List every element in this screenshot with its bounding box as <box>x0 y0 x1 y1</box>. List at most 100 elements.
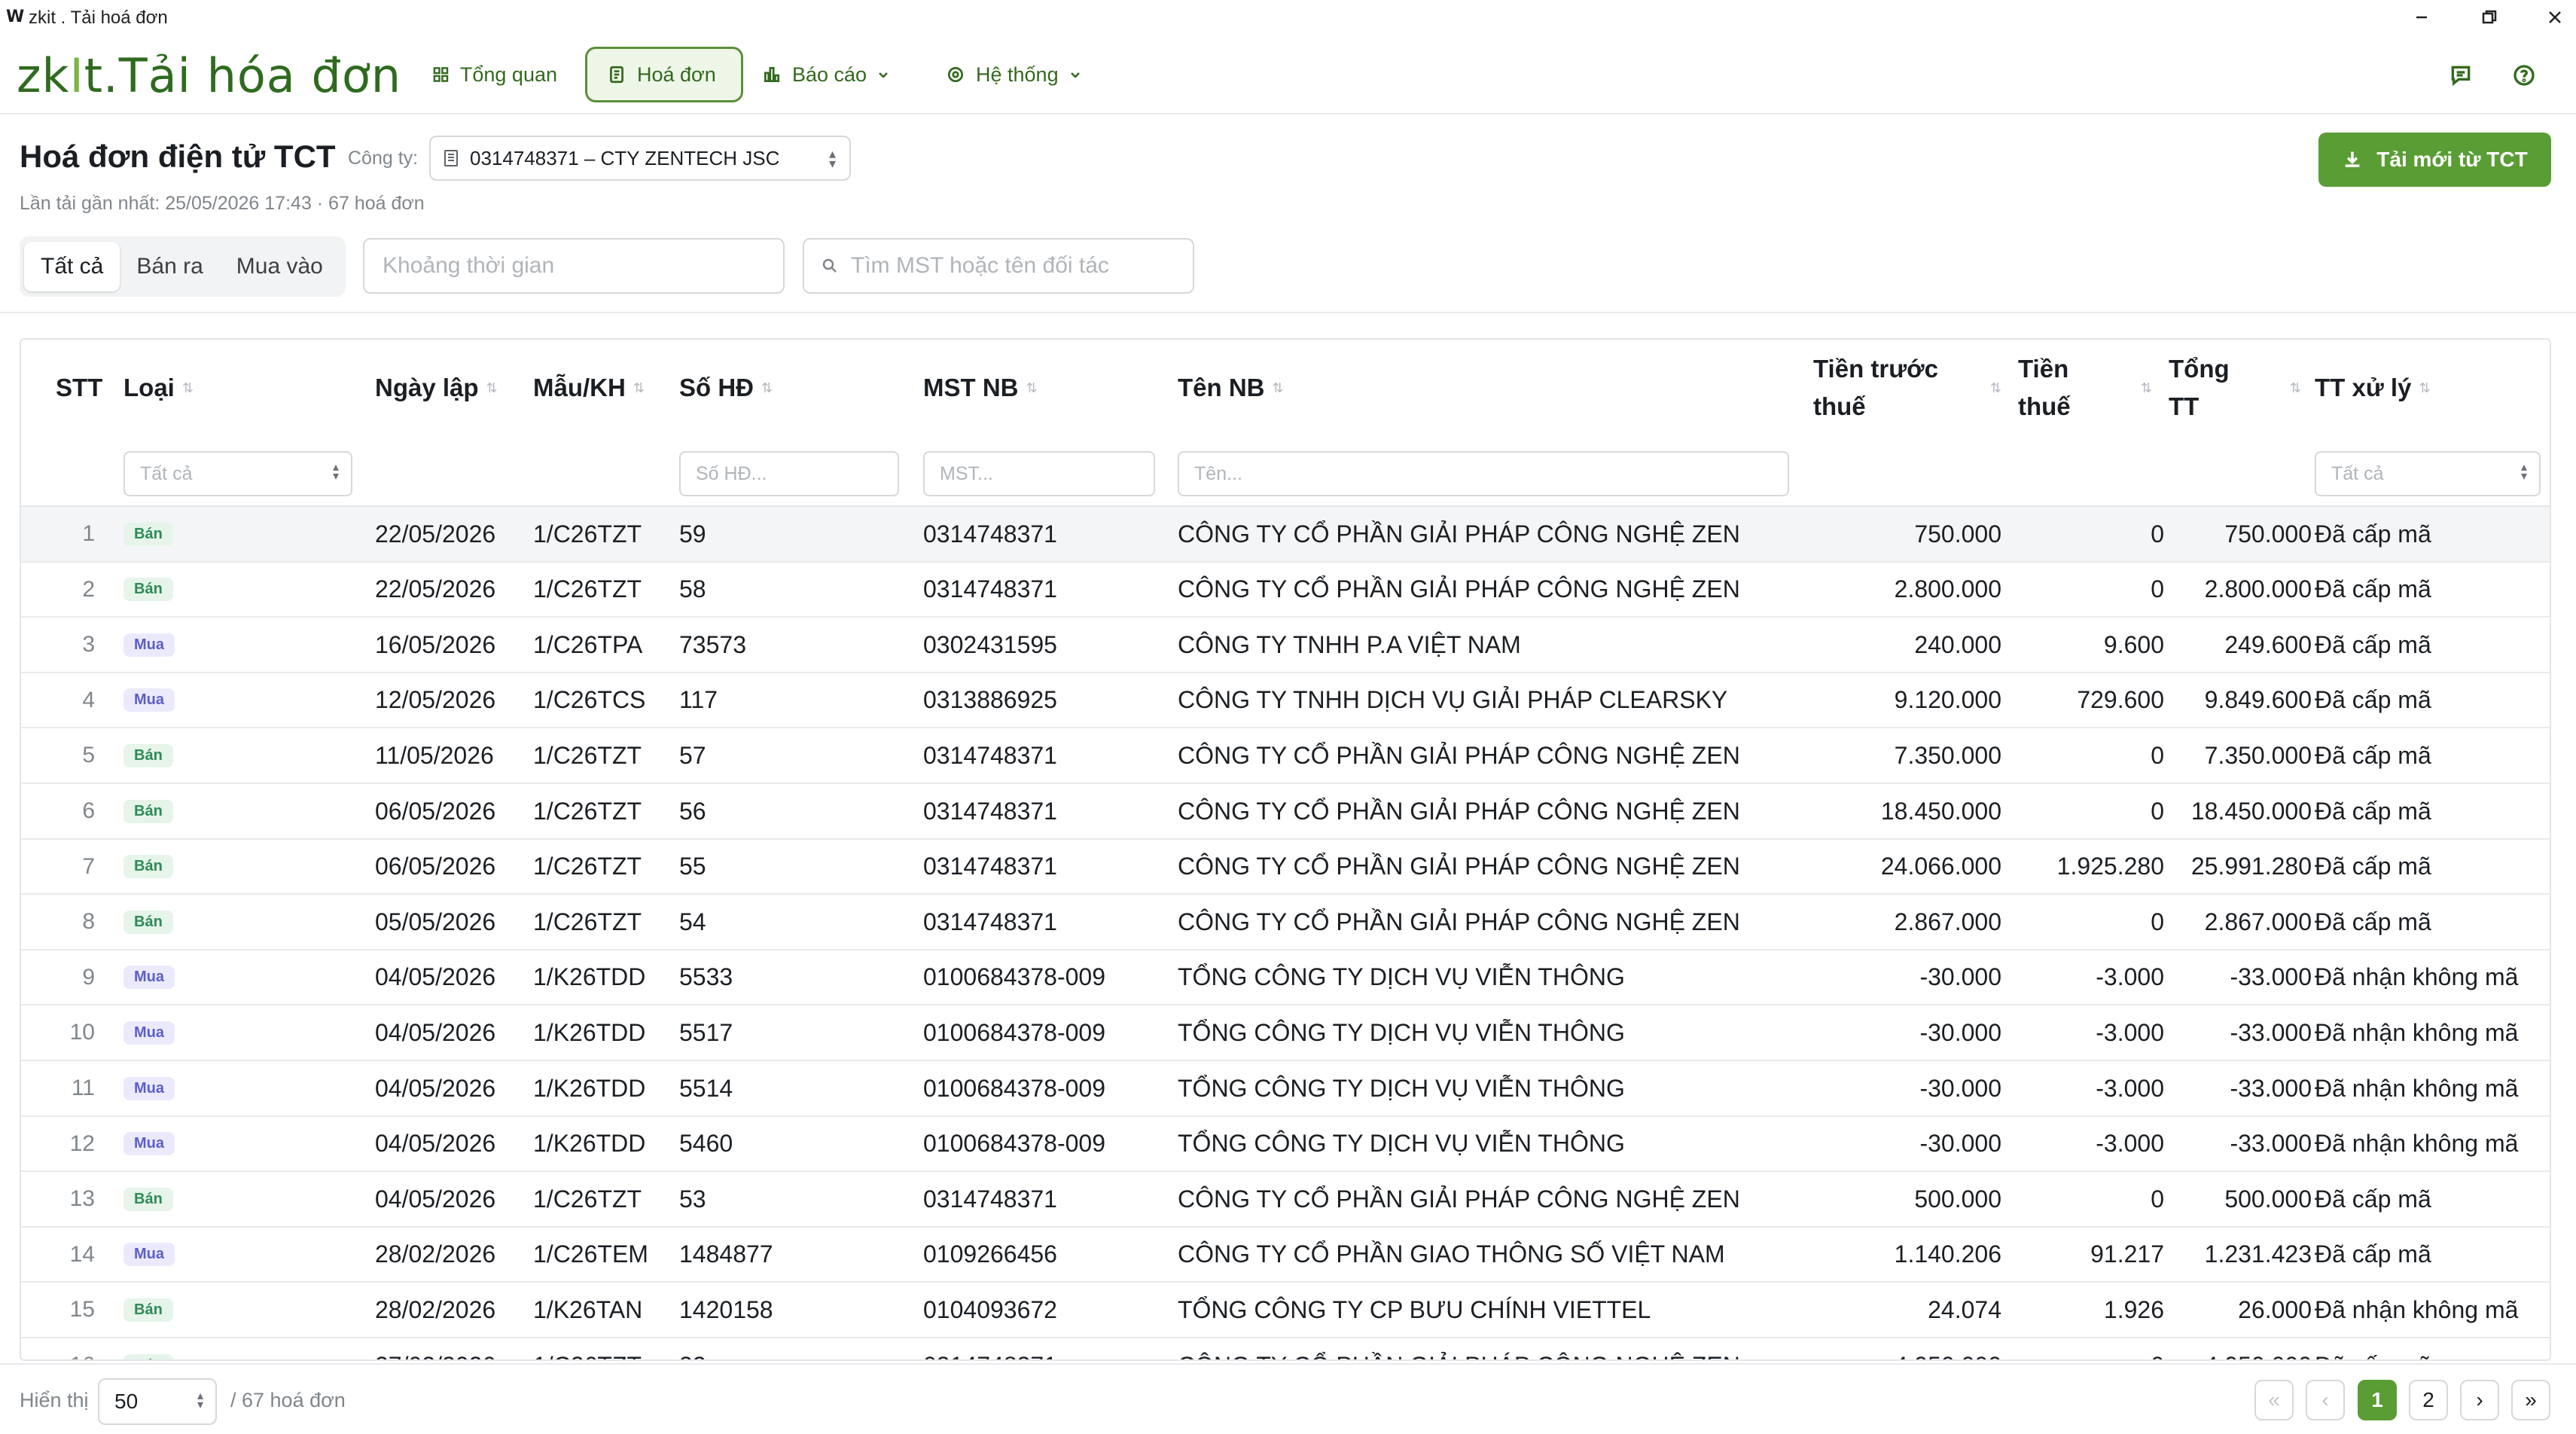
cell-type: Mua <box>123 950 274 1005</box>
cell-pre-tax-amount: 9.120.000 <box>1894 686 2001 714</box>
last-load-info: Lần tải gần nhất: 25/05/2026 17:43 · 67 … <box>20 193 425 214</box>
table-row[interactable]: 2 Bán 22/05/2026 1/C26TZT 58 0314748371 CÔNG T… <box>21 563 2550 618</box>
table-row[interactable]: 10 Mua 04/05/2026 1/K26TDD 5517 0100684378-00… <box>21 1005 2550 1061</box>
segment-all[interactable]: Tất cả <box>24 242 120 291</box>
table-row[interactable]: 4 Mua 12/05/2026 1/C26TCS 117 0313886925 CÔNG … <box>21 673 2550 729</box>
nav-overview[interactable]: Tổng quan <box>413 47 577 102</box>
cell-invoice-number: 73573 <box>679 630 746 658</box>
col-header-tien-truoc-thue[interactable]: Tiền trước thuế ⇅ <box>1813 340 2001 436</box>
page-size-select[interactable]: 50 ▴ ▾ <box>98 1378 217 1425</box>
chat-icon <box>2451 66 2471 87</box>
type-badge: Mua <box>123 633 175 657</box>
prev-page-button[interactable]: ‹ <box>2306 1380 2345 1420</box>
col-header-loai[interactable]: Loại ⇅ <box>123 340 194 436</box>
app-icon: W <box>6 8 25 26</box>
col-header-mau-kh[interactable]: Mẫu/KH ⇅ <box>533 340 645 436</box>
table-row[interactable]: 12 Mua 04/05/2026 1/K26TDD 5460 0100684378-00… <box>21 1117 2550 1173</box>
col-header-tien-thue[interactable]: Tiền thuế ⇅ <box>2018 340 2152 436</box>
cell-status: Đã cấp mã <box>2315 1338 2548 1360</box>
nav-report[interactable]: Báo cáo <box>742 47 922 102</box>
cell-date: 28/02/2026 <box>375 1295 496 1323</box>
cell-seller-name: TỔNG CÔNG TY CP BƯU CHÍNH VIETTEL <box>1178 1295 1651 1323</box>
first-page-button[interactable]: « <box>2254 1380 2294 1420</box>
table-row[interactable]: 16 Bán 27/02/2026 1/C26TZT32 0314748371 CÔNG … <box>21 1338 2550 1360</box>
table-row[interactable]: 1 Bán 22/05/2026 1/C26TZT 59 0314748371 CÔNG T… <box>21 507 2550 563</box>
company-select-value: 0314748371 – CTY ZENTECH JSC <box>470 146 780 169</box>
minimize-button[interactable] <box>2389 0 2454 35</box>
cell-template: 1/C26TZT <box>533 853 642 880</box>
minimize-icon <box>2416 16 2427 19</box>
table-row[interactable]: 3 Mua 16/05/2026 1/C26TPA 73573 0302431595 CÔN… <box>21 618 2550 673</box>
sort-icon: ⇅ <box>2140 380 2152 395</box>
date-range-input[interactable] <box>363 238 785 294</box>
filter-status-select[interactable]: Tất cả ▴ ▾ <box>2315 451 2541 496</box>
chevron-left-icon: ‹ <box>2321 1388 2329 1411</box>
company-select[interactable]: 0314748371 – CTY ZENTECH JSC ▴ ▾ <box>429 136 851 181</box>
table-row[interactable]: 7 Bán 06/05/2026 1/C26TZT 55 0314748371 CÔNG T… <box>21 840 2550 895</box>
cell-seller-name: CÔNG TY CỔ PHẦN GIẢI PHÁP CÔNG NGHỆ ZEN <box>1178 1338 1803 1360</box>
table-row[interactable]: 9 Mua 04/05/2026 1/K26TDD 5533 0100684378-009… <box>21 950 2550 1006</box>
col-header-so-hd[interactable]: Số HĐ ⇅ <box>679 340 773 436</box>
table-row[interactable]: 13 Bán 04/05/2026 1/C26TZT 53 0314748371 CÔNG … <box>21 1172 2550 1228</box>
table-row[interactable]: 15 Bán 28/02/2026 1/K26TAN 1420158 0104093672… <box>21 1283 2550 1338</box>
col-header-ten-nb[interactable]: Tên NB ⇅ <box>1178 340 1284 436</box>
nav-invoice[interactable]: Hoá đơn <box>585 47 743 102</box>
sort-icon: ⇅ <box>181 380 194 395</box>
filter-seller-name-input[interactable] <box>1178 451 1789 496</box>
close-button[interactable] <box>2523 0 2576 35</box>
cell-invoice-number: 117 <box>679 686 718 714</box>
type-badge: Bán <box>123 1353 173 1359</box>
table-row[interactable]: 14 Mua 28/02/2026 1/C26TEM 1484877 0109266456… <box>21 1228 2550 1283</box>
filter-type-select[interactable]: Tất cả ▴ ▾ <box>123 451 352 496</box>
nav-system[interactable]: Hệ thống <box>926 47 1123 102</box>
table-row[interactable]: 6 Bán 06/05/2026 1/C26TZT 56 0314748371 CÔNG T… <box>21 784 2550 840</box>
cell-invoice-number: 59 <box>679 520 706 548</box>
col-header-ngay-lap-label: Ngày lập <box>375 374 479 401</box>
cell-tax-amount: 91.217 <box>2090 1240 2164 1268</box>
col-header-stt-label: STT <box>56 374 103 401</box>
cell-total-amount: 25.991.280 <box>2190 853 2312 880</box>
document-icon <box>610 66 623 84</box>
table-row[interactable]: 11 Mua 04/05/2026 1/K26TDD 5514 0100684378-00… <box>21 1061 2550 1117</box>
help-button[interactable] <box>2509 60 2539 90</box>
cell-seller-mst: 0100684378-009 <box>923 1018 1106 1046</box>
cell-stt: 4 <box>82 687 95 712</box>
filter-mst-input[interactable] <box>923 451 1155 496</box>
download-from-tct-button[interactable]: Tải mới từ TCT <box>2318 133 2551 187</box>
col-header-ngay-lap[interactable]: Ngày lập ⇅ <box>375 340 498 436</box>
cell-status: Đã cấp mã <box>2315 908 2431 935</box>
search-input[interactable] <box>851 253 1182 279</box>
cell-seller-mst: 0314748371 <box>923 797 1057 825</box>
col-header-tt-xu-ly[interactable]: TT xử lý ⇅ <box>2315 340 2431 436</box>
cell-total-amount: 750.000 <box>2224 520 2312 548</box>
segment-sell[interactable]: Bán ra <box>120 242 219 291</box>
restore-icon <box>2482 10 2497 24</box>
page-button-2[interactable]: 2 <box>2409 1380 2448 1420</box>
cell-pre-tax-amount: 2.867.000 <box>1894 908 2001 935</box>
type-badge: Bán <box>123 743 173 767</box>
table-body: 1 Bán 22/05/2026 1/C26TZT 59 0314748371 CÔNG T… <box>21 507 2550 1360</box>
cell-date: 06/05/2026 <box>375 797 496 825</box>
col-header-tien-thue-line-1: Tiền <box>2018 355 2069 383</box>
col-header-tong-tt[interactable]: Tổng TT ⇅ <box>2169 340 2301 436</box>
cell-date: 12/05/2026 <box>375 686 496 714</box>
cell-template: 1/K26TDD <box>533 1130 646 1158</box>
cell-template: 1/C26TZT <box>533 520 642 548</box>
filter-invoice-number-input[interactable] <box>679 451 899 496</box>
app-logo[interactable]: zkIt.Tải hóa đơn <box>17 48 401 103</box>
table-row[interactable]: 8 Bán 05/05/2026 1/C26TZT 54 0314748371 CÔNG T… <box>21 895 2550 950</box>
building-icon <box>444 150 458 166</box>
segment-buy[interactable]: Mua vào <box>220 242 340 291</box>
table-row[interactable]: 5 Bán 11/05/2026 1/C26TZT 57 0314748371 CÔNG T… <box>21 728 2550 784</box>
search-icon <box>822 258 837 273</box>
page-button-1[interactable]: 1 <box>2358 1380 2397 1420</box>
cell-status: Đã cấp mã <box>2315 686 2431 714</box>
col-header-mst-nb[interactable]: MST NB ⇅ <box>923 340 1038 436</box>
cell-total-amount: 500.000 <box>2224 1185 2312 1213</box>
next-page-button[interactable]: › <box>2460 1380 2499 1420</box>
feedback-button[interactable] <box>2446 60 2476 90</box>
last-page-button[interactable]: » <box>2511 1380 2550 1420</box>
cell-status: Đã cấp mã <box>2315 853 2431 880</box>
restore-button[interactable] <box>2457 0 2522 35</box>
logo-main: zk <box>17 48 70 103</box>
